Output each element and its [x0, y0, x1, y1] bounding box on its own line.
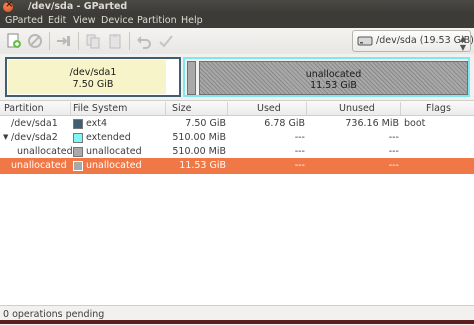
title-bar: /dev/sda - GParted — [0, 0, 474, 14]
column-file-system[interactable]: File System — [73, 103, 127, 114]
column-used[interactable]: Used — [257, 103, 281, 114]
toolbar-separator — [129, 32, 130, 50]
unallocated-block-size: 11.53 GiB — [310, 80, 357, 91]
unused-value: --- — [388, 132, 399, 143]
partition-table: Partition File System Size Used Unused F… — [0, 100, 474, 305]
column-unused[interactable]: Unused — [339, 103, 375, 114]
menu-help[interactable]: Help — [181, 15, 203, 26]
partition-name: unallocated — [11, 160, 67, 171]
size-value: 11.53 GiB — [179, 160, 226, 171]
file-system: ext4 — [86, 118, 108, 129]
desktop-background-strip — [0, 320, 474, 324]
size-value: 510.00 MiB — [172, 146, 226, 157]
fs-color-swatch — [73, 147, 83, 157]
column-separator — [306, 102, 307, 115]
column-separator — [70, 102, 71, 115]
flags-value: boot — [404, 118, 426, 129]
menu-edit[interactable]: Edit — [48, 15, 66, 26]
column-separator — [400, 102, 401, 115]
partition-name: /dev/sda1 — [11, 118, 58, 129]
used-value: --- — [294, 160, 305, 171]
menu-view[interactable]: View — [73, 15, 96, 26]
menu-device[interactable]: Device — [101, 15, 134, 26]
unused-value: --- — [388, 160, 399, 171]
disk-map: /dev/sda1 7.50 GiB unallocated 11.53 GiB — [0, 54, 474, 100]
resize-move-icon[interactable] — [55, 32, 73, 50]
column-separator — [227, 102, 228, 115]
used-value: --- — [294, 146, 305, 157]
menu-bar: GParted Edit View Device Partition Help — [0, 14, 474, 28]
menu-gparted[interactable]: GParted — [5, 15, 43, 26]
partition-block-sda1[interactable]: /dev/sda1 7.50 GiB — [5, 57, 181, 97]
small-unallocated-block[interactable] — [187, 61, 196, 95]
undo-icon[interactable] — [135, 32, 153, 50]
used-value: 6.78 GiB — [264, 118, 305, 129]
hard-disk-icon — [357, 36, 373, 46]
apply-icon[interactable] — [157, 32, 175, 50]
fs-color-swatch — [73, 161, 83, 171]
file-system: unallocated — [86, 160, 142, 171]
close-window-button[interactable] — [3, 0, 13, 12]
file-system: extended — [86, 132, 131, 143]
table-row-selected[interactable]: unallocated unallocated 11.53 GiB --- --… — [0, 158, 474, 174]
toolbar-separator — [78, 32, 79, 50]
window-title: /dev/sda - GParted — [28, 1, 128, 12]
unused-value: 736.16 MiB — [345, 118, 399, 129]
size-value: 510.00 MiB — [172, 132, 226, 143]
column-partition[interactable]: Partition — [4, 103, 44, 114]
unallocated-block-name: unallocated — [305, 69, 362, 80]
unallocated-block[interactable]: unallocated 11.53 GiB — [199, 61, 468, 95]
status-text: 0 operations pending — [3, 309, 105, 320]
used-value: --- — [294, 132, 305, 143]
toolbar: /dev/sda (19.53 GiB) ▲ ▼ — [0, 28, 474, 55]
copy-icon[interactable] — [84, 32, 102, 50]
extended-partition-block[interactable]: unallocated 11.53 GiB — [183, 57, 470, 97]
column-flags[interactable]: Flags — [426, 103, 451, 114]
fs-color-swatch — [73, 133, 83, 143]
unused-value: --- — [388, 146, 399, 157]
size-value: 7.50 GiB — [185, 118, 226, 129]
partition-block-size: 7.50 GiB — [72, 79, 114, 90]
device-selector[interactable]: /dev/sda (19.53 GiB) ▲ ▼ — [352, 30, 474, 52]
new-partition-icon[interactable] — [5, 32, 23, 50]
paste-icon[interactable] — [106, 32, 124, 50]
toolbar-separator — [49, 32, 50, 50]
column-size[interactable]: Size — [172, 103, 192, 114]
chevron-down-icon: ▲ ▼ — [459, 34, 466, 52]
partition-block-name: /dev/sda1 — [69, 67, 117, 78]
column-separator — [165, 102, 166, 115]
expander-arrow-icon[interactable]: ▼ — [3, 133, 8, 141]
partition-name: /dev/sda2 — [11, 132, 58, 143]
file-system: unallocated — [86, 146, 142, 157]
fs-color-swatch — [73, 119, 83, 129]
delete-partition-icon[interactable] — [26, 32, 44, 50]
table-header: Partition File System Size Used Unused F… — [0, 100, 474, 116]
partition-name: unallocated — [17, 146, 73, 157]
menu-partition[interactable]: Partition — [137, 15, 177, 26]
